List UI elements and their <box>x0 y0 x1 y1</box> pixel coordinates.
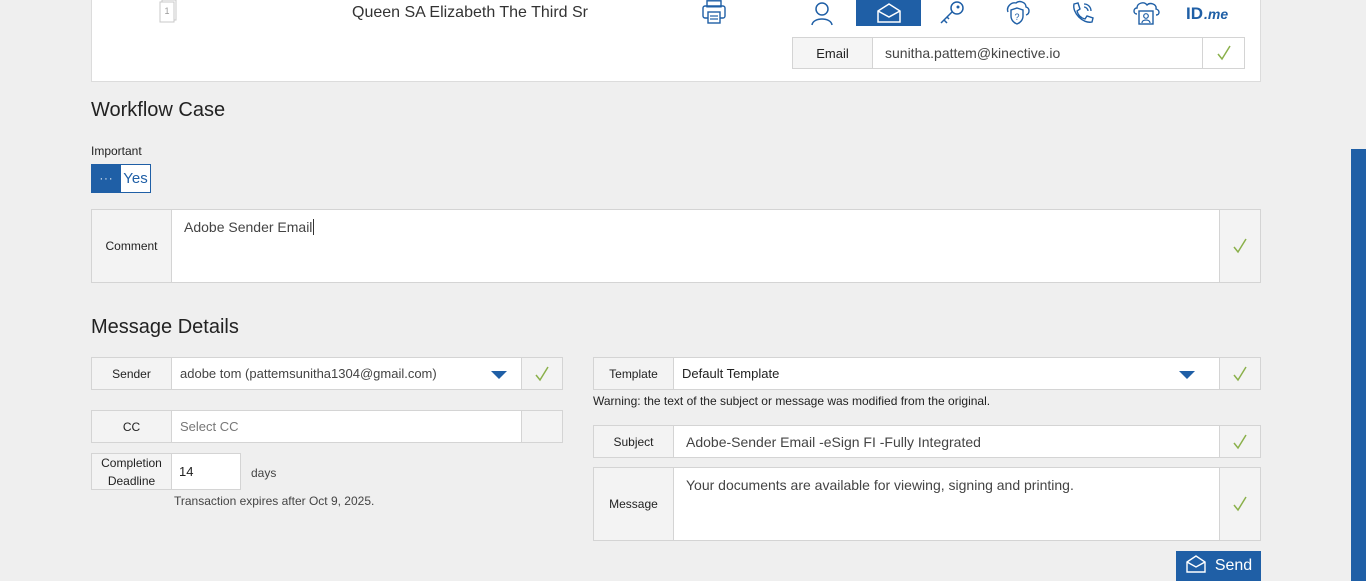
phone-icon[interactable] <box>1064 0 1100 26</box>
message-field[interactable]: Your documents are available for viewing… <box>673 467 1220 541</box>
comment-field[interactable]: Adobe Sender Email <box>171 209 1220 283</box>
comment-text: Adobe Sender Email <box>184 219 313 235</box>
recipient-name: Queen SA Elizabeth The Third Sr <box>352 4 588 21</box>
cc-select[interactable]: Select CC <box>171 410 522 443</box>
chevron-down-icon[interactable] <box>1179 371 1195 379</box>
warning-text: Warning: the text of the subject or mess… <box>593 394 991 408</box>
template-check-icon <box>1219 357 1261 390</box>
message-label: Message <box>593 467 674 541</box>
toggle-value: Yes <box>123 170 148 187</box>
email-icon[interactable] <box>856 0 921 26</box>
comment-label: Comment <box>91 209 172 283</box>
person-icon[interactable] <box>804 0 840 26</box>
sender-label: Sender <box>91 357 172 390</box>
text-cursor <box>313 219 315 235</box>
sender-select[interactable]: adobe tom (pattemsunitha1304@gmail.com) <box>171 357 522 390</box>
workflow-case-title: Workflow Case <box>91 99 226 121</box>
cc-status-box <box>521 410 563 443</box>
days-label: days <box>251 466 277 480</box>
template-value: Default Template <box>682 366 780 381</box>
completion-deadline-label: Completion Deadline <box>91 453 172 490</box>
cc-label: CC <box>91 410 172 443</box>
subject-field[interactable]: Adobe-Sender Email -eSign FI -Fully Inte… <box>673 425 1220 458</box>
important-label: Important <box>91 144 142 158</box>
deadline-input[interactable]: 14 <box>171 453 241 490</box>
printer-icon[interactable] <box>700 0 728 26</box>
expiry-note: Transaction expires after Oct 9, 2025. <box>174 494 375 508</box>
svg-text:1: 1 <box>164 6 169 16</box>
scrollbar-thumb[interactable] <box>1351 149 1366 581</box>
send-email-icon <box>1185 554 1207 578</box>
key-icon[interactable] <box>934 0 970 26</box>
message-details-title: Message Details <box>91 316 239 338</box>
template-select[interactable]: Default Template <box>673 357 1220 390</box>
template-label: Template <box>593 357 674 390</box>
svg-text:?: ? <box>1014 12 1019 22</box>
send-label: Send <box>1214 557 1253 574</box>
send-button[interactable]: Send <box>1176 551 1261 581</box>
comment-check-icon <box>1219 209 1261 283</box>
sender-check-icon <box>521 357 563 390</box>
toggle-knob: ··· <box>92 165 121 192</box>
idme-logo[interactable]: ID .me <box>1186 4 1236 26</box>
important-toggle[interactable]: ··· Yes <box>91 164 151 193</box>
shield-question-icon[interactable]: ? <box>999 0 1035 26</box>
email-label: Email <box>792 37 873 69</box>
document-icon: 1 <box>158 0 182 24</box>
chevron-down-icon[interactable] <box>491 371 507 379</box>
sender-value: adobe tom (pattemsunitha1304@gmail.com) <box>180 366 437 381</box>
cloud-id-icon[interactable] <box>1128 0 1164 26</box>
subject-label: Subject <box>593 425 674 458</box>
email-check-icon <box>1202 37 1245 69</box>
subject-check-icon <box>1219 425 1261 458</box>
message-check-icon <box>1219 467 1261 541</box>
email-field[interactable]: sunitha.pattem@kinective.io <box>872 37 1203 69</box>
